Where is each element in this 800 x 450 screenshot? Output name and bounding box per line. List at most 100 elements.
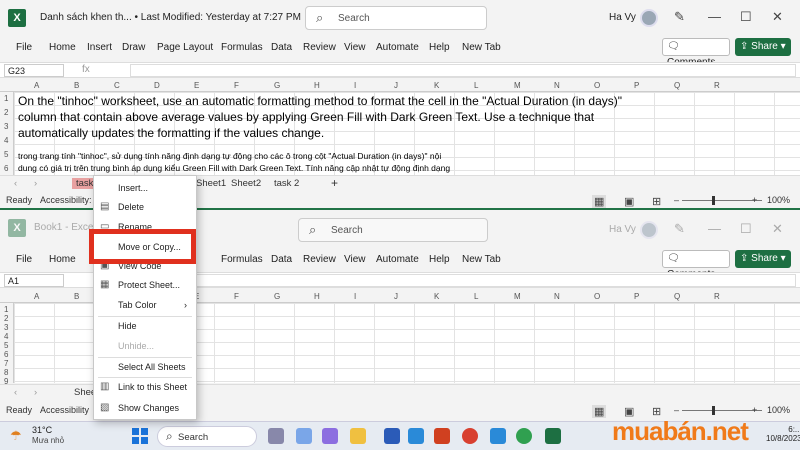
page-layout-view-icon[interactable]: ▣ (624, 195, 634, 208)
start-button[interactable] (132, 428, 148, 444)
column-header-p[interactable]: P (634, 81, 639, 90)
menu-review[interactable]: Review (303, 42, 336, 53)
prev-sheet-icon[interactable]: ‹ (14, 178, 17, 189)
menu-automate[interactable]: Automate (376, 254, 419, 265)
comments-button[interactable]: 🗨 Comments (662, 250, 730, 280)
search-box[interactable]: ⌕ Search (305, 6, 487, 30)
column-header-m[interactable]: M (514, 81, 521, 90)
excel-taskbar-icon[interactable] (545, 428, 561, 444)
column-header-d[interactable]: D (154, 81, 160, 90)
row-header-3[interactable]: 3 (4, 122, 8, 131)
menu-home[interactable]: Home (49, 254, 76, 265)
column-header-i[interactable]: I (354, 81, 356, 90)
folder-icon[interactable] (350, 428, 366, 444)
pen-icon[interactable]: ✎ (674, 9, 685, 25)
maximize-icon[interactable]: ☐ (740, 9, 752, 25)
row-header-2[interactable]: 2 (4, 108, 8, 117)
avatar[interactable] (640, 221, 658, 239)
minimize-icon[interactable]: — (708, 221, 721, 236)
pen-icon[interactable]: ✎ (674, 221, 685, 237)
row-header-1[interactable]: 1 (4, 94, 8, 103)
column-header-h[interactable]: H (314, 81, 320, 90)
sheet-tab-task2[interactable]: task 2 (274, 178, 299, 189)
row-header-4[interactable]: 4 (4, 136, 8, 145)
menu-file[interactable]: File (16, 254, 32, 265)
row-header-6[interactable]: 6 (4, 350, 8, 359)
column-header-j[interactable]: J (394, 292, 398, 301)
ctx-select-all-sheets[interactable]: Select All Sheets (94, 359, 196, 377)
zoom-slider[interactable] (682, 200, 762, 201)
outlook-icon[interactable] (408, 428, 424, 444)
widgets-icon[interactable] (296, 428, 312, 444)
column-header-q[interactable]: Q (674, 81, 680, 90)
column-header-q[interactable]: Q (674, 292, 680, 301)
sheet-tab-sheet2[interactable]: Sheet2 (231, 178, 261, 189)
column-header-l[interactable]: L (474, 81, 478, 90)
menu-help[interactable]: Help (429, 254, 450, 265)
avatar[interactable] (640, 9, 658, 27)
menu-file[interactable]: File (16, 42, 32, 53)
chrome-icon[interactable] (462, 428, 478, 444)
menu-view[interactable]: View (344, 42, 366, 53)
close-icon[interactable]: ✕ (772, 221, 783, 237)
column-header-r[interactable]: R (714, 292, 720, 301)
user-name[interactable]: Ha Vy (609, 224, 636, 235)
cell-a5-text[interactable]: trong trang tính "tinhoc", sử dụng tính … (18, 150, 450, 174)
prev-sheet-icon[interactable]: ‹ (14, 387, 17, 398)
sheet-tab-sheet1[interactable]: Sheet1 (196, 178, 226, 189)
share-button[interactable]: ⇪ Share ▾ (735, 38, 791, 56)
column-header-k[interactable]: K (434, 81, 439, 90)
ctx-tab-color[interactable]: Tab Color › (94, 297, 196, 315)
row-header-6[interactable]: 6 (4, 164, 8, 173)
share-button[interactable]: ⇪ Share ▾ (735, 250, 791, 268)
powerpoint-icon[interactable] (434, 428, 450, 444)
column-header-h[interactable]: H (314, 292, 320, 301)
clock[interactable]: 6:... 10/8/2023 (766, 425, 800, 443)
column-header-f[interactable]: F (234, 81, 239, 90)
word-icon[interactable] (384, 428, 400, 444)
menu-formulas[interactable]: Formulas (221, 254, 263, 265)
column-header-r[interactable]: R (714, 81, 720, 90)
name-box[interactable]: G23 (4, 64, 64, 77)
column-header-m[interactable]: M (514, 292, 521, 301)
zoom-thumb[interactable] (712, 406, 715, 415)
zoom-out-icon[interactable]: – (674, 195, 679, 205)
column-header-j[interactable]: J (394, 81, 398, 90)
column-header-n[interactable]: N (554, 292, 560, 301)
column-header-f[interactable]: F (234, 292, 239, 301)
menu-automate[interactable]: Automate (376, 42, 419, 53)
chrome-alt-icon[interactable] (516, 428, 532, 444)
menu-new-tab[interactable]: New Tab (462, 254, 501, 265)
row-header-2[interactable]: 2 (4, 314, 8, 323)
normal-view-icon[interactable]: ▦ (592, 405, 607, 418)
name-box[interactable]: A1 (4, 274, 64, 287)
weather-icon[interactable]: ☂ (10, 428, 22, 444)
menu-view[interactable]: View (344, 254, 366, 265)
taskbar-search[interactable]: ⌕ Search (157, 426, 257, 447)
zoom-slider[interactable] (682, 410, 762, 411)
comments-button[interactable]: 🗨 Comments (662, 38, 730, 68)
row-header-4[interactable]: 4 (4, 332, 8, 341)
column-header-g[interactable]: G (274, 292, 280, 301)
column-header-c[interactable]: C (114, 81, 120, 90)
row-header-3[interactable]: 3 (4, 323, 8, 332)
menu-data[interactable]: Data (271, 42, 292, 53)
column-header-o[interactable]: O (594, 81, 600, 90)
maximize-icon[interactable]: ☐ (740, 221, 752, 237)
search-box[interactable]: ⌕ Search (298, 218, 488, 242)
zoom-thumb[interactable] (712, 196, 715, 205)
menu-draw[interactable]: Draw (122, 42, 145, 53)
column-header-i[interactable]: I (354, 292, 356, 301)
sheet-grid[interactable]: A B C D E F G H I J K L M N O P Q R 1 2 3 4 5 6 On the "tinhoc… (0, 80, 800, 175)
next-sheet-icon[interactable]: › (34, 387, 37, 398)
menu-help[interactable]: Help (429, 42, 450, 53)
menu-page-layout[interactable]: Page Layout (157, 42, 213, 53)
column-header-g[interactable]: G (274, 81, 280, 90)
normal-view-icon[interactable]: ▦ (592, 195, 607, 208)
user-name[interactable]: Ha Vy (609, 12, 636, 23)
column-header-o[interactable]: O (594, 292, 600, 301)
column-header-p[interactable]: P (634, 292, 639, 301)
ctx-protect-sheet[interactable]: ▦ Protect Sheet... (94, 277, 196, 295)
zoom-level[interactable]: 100% (767, 405, 790, 415)
row-header-5[interactable]: 5 (4, 341, 8, 350)
